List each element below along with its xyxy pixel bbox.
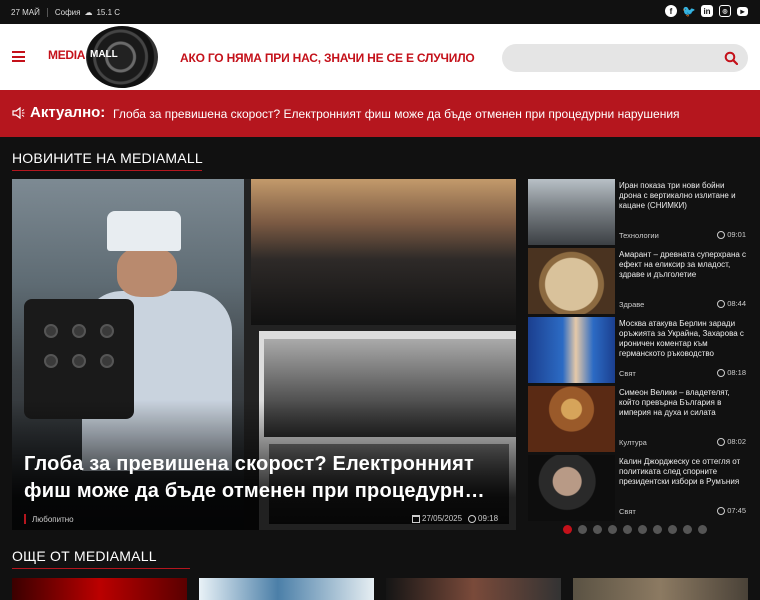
youtube-icon[interactable]: ▸ (737, 7, 748, 16)
speaker-icon (12, 107, 25, 119)
slider-dot[interactable] (683, 525, 692, 534)
breaking-label: Актуално: (30, 104, 106, 121)
linkedin-icon[interactable]: in (701, 5, 713, 17)
hero-title[interactable]: Глоба за превишена скорост? Електронният… (24, 451, 504, 505)
instagram-icon[interactable]: ◎ (719, 5, 731, 17)
list-item[interactable]: Симеон Велики – владетелят, който превър… (528, 386, 748, 452)
site-header: MEDIA MALL АКО ГО НЯМА ПРИ НАС, ЗНАЧИ НЕ… (0, 24, 760, 90)
clock-icon (717, 299, 726, 308)
search-input[interactable] (502, 44, 748, 72)
amaranth-thumbnail (528, 248, 615, 314)
hero-date-label: 27/05/2025 (422, 514, 463, 523)
list-item-title[interactable]: Амарант – древната суперхрана с ефект на… (619, 250, 747, 280)
drone-thumbnail (528, 179, 615, 245)
section-underline (12, 170, 202, 171)
list-item[interactable]: Москва атакува Берлин заради оръжията за… (528, 317, 748, 383)
breaking-headline[interactable]: Глоба за превишена скорост? Електронният… (113, 107, 680, 121)
more-article-thumbnail[interactable] (386, 578, 561, 600)
logo-text-media: MEDIA (48, 48, 86, 62)
list-item-title[interactable]: Калин Джорджеску се оттегля от политикат… (619, 457, 747, 487)
hero-date: 27/05/2025 09:18 (412, 514, 498, 523)
clock-icon (468, 514, 477, 523)
list-item-time: 08:02 (717, 437, 746, 446)
slider-dot[interactable] (578, 525, 587, 534)
top-bar: 27 МАЙ София ☁ 15.1 С (0, 0, 760, 24)
slider-dot[interactable] (563, 525, 572, 534)
hero-category-label[interactable]: Любопитно (32, 515, 74, 524)
zakharova-thumbnail (528, 317, 615, 383)
more-section-title: ОЩЕ ОТ MEDIAMALL (12, 548, 157, 564)
more-article-thumbnail[interactable] (199, 578, 374, 600)
slider-dot[interactable] (653, 525, 662, 534)
slogan: АКО ГО НЯМА ПРИ НАС, ЗНАЧИ НЕ СЕ Е СЛУЧИ… (180, 51, 475, 65)
date-label: 27 МАЙ (11, 7, 40, 17)
calendar-icon (412, 514, 420, 523)
twitter-icon[interactable]: 🐦 (682, 5, 696, 18)
list-item-title[interactable]: Иран показа три нови бойни дрона с верти… (619, 181, 747, 211)
hero-article[interactable]: Глоба за превишена скорост? Електронният… (12, 179, 516, 530)
section-underline (12, 568, 190, 569)
more-article-thumbnail[interactable] (12, 578, 187, 600)
list-item-title[interactable]: Симеон Велики – владетелят, който превър… (619, 388, 747, 418)
search-icon[interactable] (724, 51, 738, 65)
clock-icon (717, 368, 726, 377)
list-item-title[interactable]: Москва атакува Берлин заради оръжията за… (619, 319, 747, 359)
cloud-icon: ☁ (84, 7, 93, 17)
news-section-title: НОВИНИТЕ НА MEDIAMALL (12, 150, 203, 166)
list-item-time: 08:18 (717, 368, 746, 377)
list-item[interactable]: Калин Джорджеску се оттегля от политикат… (528, 455, 748, 521)
clock-icon (717, 506, 726, 515)
list-item-time: 08:44 (717, 299, 746, 308)
simeon-thumbnail (528, 386, 615, 452)
hero-category[interactable]: Любопитно (24, 514, 74, 524)
slider-dot[interactable] (638, 525, 647, 534)
list-item-category[interactable]: Свят (619, 507, 636, 516)
georgescu-thumbnail (528, 455, 615, 521)
slider-pagination (563, 525, 707, 534)
temperature-label: 15.1 С (96, 7, 121, 17)
slider-dot[interactable] (623, 525, 632, 534)
slider-dot[interactable] (668, 525, 677, 534)
slider-dot[interactable] (593, 525, 602, 534)
more-article-thumbnail[interactable] (573, 578, 748, 600)
list-item-category[interactable]: Технологии (619, 231, 659, 240)
breaking-news-bar: Актуално: Глоба за превишена скорост? Ел… (0, 90, 760, 137)
list-item[interactable]: Иран показа три нови бойни дрона с верти… (528, 179, 748, 245)
list-item-time: 09:01 (717, 230, 746, 239)
facebook-icon[interactable]: f (665, 5, 677, 17)
clock-icon (717, 437, 726, 446)
list-item-time: 07:45 (717, 506, 746, 515)
slider-dot[interactable] (608, 525, 617, 534)
hero-time-label: 09:18 (478, 514, 499, 523)
list-item-category[interactable]: Култура (619, 438, 647, 447)
list-item-category[interactable]: Здраве (619, 300, 644, 309)
logo-text-mall: MALL (90, 49, 118, 60)
slider-dot[interactable] (698, 525, 707, 534)
divider (46, 7, 48, 17)
list-item[interactable]: Амарант – древната суперхрана с ефект на… (528, 248, 748, 314)
menu-icon[interactable] (12, 51, 25, 62)
social-links: f 🐦 in ◎ ▸ (665, 5, 748, 18)
city-label: София (54, 7, 81, 17)
list-item-category[interactable]: Свят (619, 369, 636, 378)
clock-icon (717, 230, 726, 239)
hero-image-car (251, 179, 516, 325)
site-logo[interactable]: MEDIA MALL (46, 26, 161, 88)
